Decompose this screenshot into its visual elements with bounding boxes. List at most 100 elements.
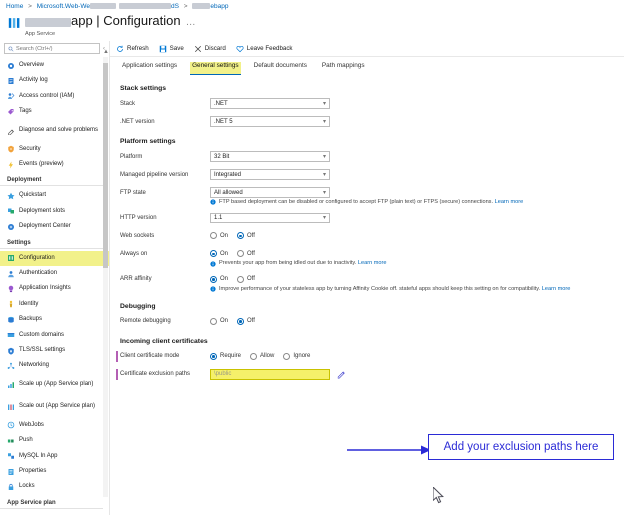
tab-default-documents[interactable]: Default documents bbox=[252, 62, 309, 75]
sidebar-item-deployment-center[interactable]: Deployment Center bbox=[0, 219, 109, 234]
sidebar-item-networking[interactable]: Networking bbox=[0, 358, 109, 373]
breadcrumb-app[interactable]: ebapp bbox=[210, 3, 228, 10]
client-certificate-mode-allow-label: Allow bbox=[260, 353, 275, 360]
sidebar-item-webjobs[interactable]: WebJobs bbox=[0, 418, 109, 433]
sidebar-item-label: Overview bbox=[19, 62, 45, 69]
sidebar-item-authentication[interactable]: Authentication bbox=[0, 266, 109, 281]
breadcrumb-resource-provider[interactable]: Microsoft.Web-We bbox=[37, 3, 90, 10]
chevron-down-icon: ▾ bbox=[322, 190, 326, 196]
radio-dot bbox=[237, 250, 245, 258]
tab-bar: Application settings General settings Defa… bbox=[110, 57, 624, 75]
sidebar-item-events-preview[interactable]: Events (preview) bbox=[0, 157, 109, 172]
certificate-exclusion-paths-label: Certificate exclusion paths bbox=[120, 371, 191, 378]
ftp-info: FTP based deployment can be disabled or … bbox=[210, 199, 624, 205]
always-on-off-radio[interactable]: Off bbox=[237, 250, 255, 258]
save-button[interactable]: Save bbox=[159, 45, 184, 53]
search-box[interactable] bbox=[4, 43, 100, 54]
sidebar-item-locks[interactable]: Locks bbox=[0, 479, 109, 494]
networking-icon bbox=[7, 362, 15, 369]
scroll-up-icon[interactable]: ▲ bbox=[103, 49, 109, 55]
client-certificate-mode-require-radio[interactable]: Require bbox=[210, 352, 241, 360]
breadcrumb-home[interactable]: Home bbox=[6, 3, 23, 10]
sidebar-item-push[interactable]: Push bbox=[0, 433, 109, 448]
tab-general-settings[interactable]: General settings bbox=[190, 62, 241, 75]
always-on-learn-more-link[interactable]: Learn more bbox=[358, 260, 387, 266]
certificate-exclusion-paths-input[interactable]: \public bbox=[210, 369, 330, 380]
sidebar-item-tags[interactable]: Tags bbox=[0, 104, 109, 119]
sidebar-item-identity[interactable]: Identity bbox=[0, 297, 109, 312]
sidebar-item-scale-up-app-service-plan[interactable]: Scale up (App Service plan) bbox=[0, 374, 109, 396]
stack-select[interactable]: .NET ▾ bbox=[210, 98, 330, 109]
access-control-icon bbox=[8, 93, 15, 100]
save-icon bbox=[159, 45, 166, 52]
tags-icon bbox=[8, 108, 14, 115]
sidebar-item-mysql-in-app[interactable]: MySQL In App bbox=[0, 448, 109, 463]
pipeline-version-select[interactable]: Integrated ▾ bbox=[210, 169, 330, 180]
edit-pencil-icon[interactable] bbox=[337, 370, 346, 379]
sidebar-item-scale-out-app-service-plan[interactable]: Scale out (App Service plan) bbox=[0, 396, 109, 418]
sidebar-item-tls-ssl-settings[interactable]: TLS/SSL settings bbox=[0, 343, 109, 358]
sidebar-item-app-service-plan[interactable]: App Service plan bbox=[0, 511, 109, 512]
ftp-state-select[interactable]: All allowed ▾ bbox=[210, 187, 330, 198]
arr-affinity-learn-more-link[interactable]: Learn more bbox=[542, 286, 571, 292]
sidebar-item-security[interactable]: Security bbox=[0, 142, 109, 157]
client-certificate-mode-ignore-label: Ignore bbox=[293, 353, 311, 360]
sidebar-item-access-control-iam[interactable]: Access control (IAM) bbox=[0, 89, 109, 104]
breadcrumb-resource-provider-tail[interactable]: dS bbox=[171, 3, 179, 10]
sidebar-item-diagnose-and-solve-problems[interactable]: Diagnose and solve problems bbox=[0, 120, 109, 142]
debugging-heading: Debugging bbox=[120, 302, 156, 310]
sidebar-item-deployment-slots[interactable]: Deployment slots bbox=[0, 204, 109, 219]
sidebar-item-application-insights[interactable]: Application Insights bbox=[0, 281, 109, 296]
page-title-ellipsis[interactable]: … bbox=[186, 17, 196, 28]
client-certificate-mode-ignore-radio[interactable]: Ignore bbox=[283, 352, 311, 360]
search-input[interactable] bbox=[16, 45, 96, 52]
sidebar-scroll-thumb[interactable] bbox=[103, 63, 108, 268]
sidebar-item-configuration[interactable]: Configuration bbox=[0, 250, 109, 266]
sidebar-item-quickstart[interactable]: Quickstart bbox=[0, 188, 109, 203]
info-icon bbox=[210, 260, 216, 267]
sidebar-item-custom-domains[interactable]: Custom domains bbox=[0, 327, 109, 342]
sidebar-scrollbar[interactable] bbox=[103, 57, 108, 497]
remote-debugging-on-radio[interactable]: On bbox=[210, 317, 228, 325]
info-icon bbox=[210, 286, 216, 292]
scale-out-icon bbox=[8, 404, 14, 410]
sidebar-item-label: Application Insights bbox=[19, 285, 71, 292]
diagnose-icon bbox=[8, 129, 14, 135]
toolbar: Refresh Save Discard Leave Feedback bbox=[110, 41, 624, 57]
arr-affinity-on-radio[interactable]: On bbox=[210, 275, 228, 283]
redacted-block bbox=[89, 3, 116, 10]
locks-icon bbox=[8, 483, 14, 490]
web-sockets-label: Web sockets bbox=[120, 232, 155, 239]
sidebar-item-label: Backups bbox=[19, 316, 43, 323]
breadcrumb: Home > Microsoft.Web-We dS > ebapp bbox=[0, 0, 624, 13]
discard-button[interactable]: Discard bbox=[194, 45, 226, 53]
sidebar-item-backups[interactable]: Backups bbox=[0, 312, 109, 327]
tls-ssl-icon bbox=[8, 347, 14, 355]
always-on-radio-group: On Off bbox=[210, 250, 255, 258]
tab-application-settings[interactable]: Application settings bbox=[120, 62, 179, 75]
web-sockets-on-radio[interactable]: On bbox=[210, 232, 228, 240]
sidebar-item-properties[interactable]: Properties bbox=[0, 464, 109, 479]
redacted-block bbox=[192, 3, 211, 10]
client-certificate-mode-allow-radio[interactable]: Allow bbox=[250, 352, 275, 360]
web-sockets-off-radio[interactable]: Off bbox=[237, 232, 255, 240]
platform-label: Platform bbox=[120, 153, 143, 160]
arr-affinity-off-radio[interactable]: Off bbox=[237, 275, 255, 283]
refresh-button[interactable]: Refresh bbox=[116, 45, 149, 53]
sidebar-item-overview[interactable]: Overview bbox=[0, 58, 109, 73]
http-version-select[interactable]: 1.1 ▾ bbox=[210, 212, 330, 224]
leave-feedback-button[interactable]: Leave Feedback bbox=[236, 45, 293, 53]
info-icon bbox=[210, 199, 216, 205]
always-on-on-radio[interactable]: On bbox=[210, 250, 228, 258]
certificate-exclusion-paths-row: Certificate exclusion paths \public bbox=[116, 368, 624, 380]
dotnet-version-select[interactable]: .NET 5 ▾ bbox=[210, 116, 330, 127]
custom-domains-icon bbox=[7, 333, 15, 338]
platform-select[interactable]: 32 Bit ▾ bbox=[210, 151, 330, 162]
annotation-text: Add your exclusion paths here bbox=[443, 441, 599, 453]
ftp-learn-more-link[interactable]: Learn more bbox=[495, 199, 524, 205]
sidebar-item-activity-log[interactable]: Activity log bbox=[0, 73, 109, 88]
tab-path-mappings[interactable]: Path mappings bbox=[320, 62, 367, 75]
platform-settings-heading: Platform settings bbox=[120, 138, 176, 145]
remote-debugging-off-radio[interactable]: Off bbox=[237, 317, 255, 325]
sidebar-item-label: Custom domains bbox=[19, 331, 65, 338]
